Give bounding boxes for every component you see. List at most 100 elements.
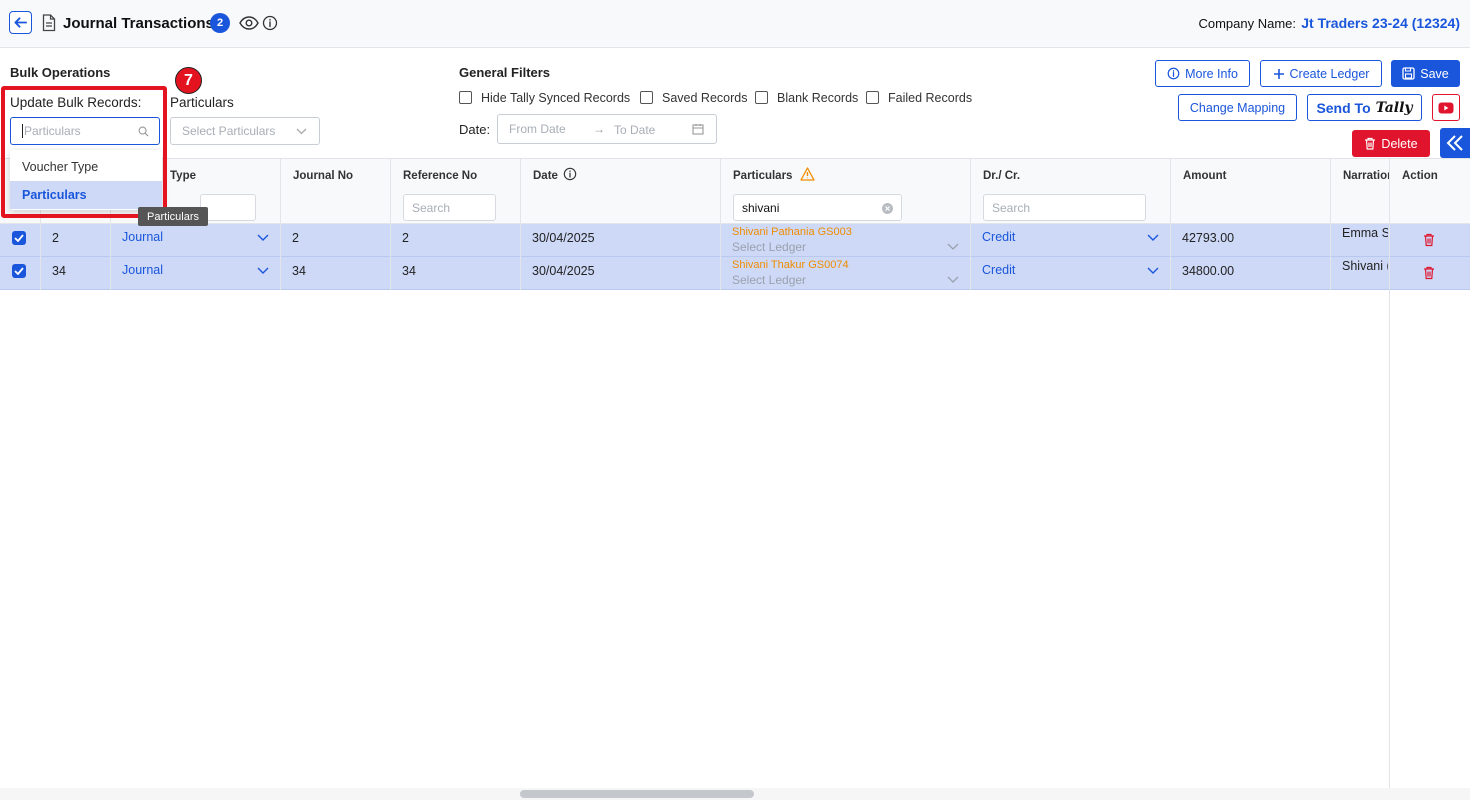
highlight-frame [1,86,167,218]
col-dr-cr: Dr./ Cr. [983,170,1021,182]
create-ledger-button[interactable]: Create Ledger [1260,60,1382,87]
failed-records-checkbox[interactable] [866,91,879,104]
create-ledger-label: Create Ledger [1289,66,1370,81]
voucher-type-search-input[interactable] [200,194,256,221]
saved-records-label: Saved Records [662,91,748,105]
company-name[interactable]: Jt Traders 23-24 (12324) [1301,15,1460,31]
info-icon[interactable] [262,15,278,31]
chevron-down-icon[interactable] [257,234,269,241]
scrollbar-thumb[interactable] [520,790,754,798]
table-header: Type Journal No Reference No Search Date… [0,158,1470,224]
change-mapping-label: Change Mapping [1189,100,1286,115]
youtube-button[interactable] [1432,94,1460,121]
dr-cr-search-input[interactable]: Search [983,194,1146,221]
row-checkbox[interactable] [12,231,26,245]
page-title: Journal Transactions [63,15,214,32]
particulars-select[interactable]: Select Particulars [170,117,320,145]
row-reference-no: 34 [402,264,416,278]
plus-icon [1273,68,1284,79]
back-button[interactable] [9,11,32,34]
row-checkbox[interactable] [12,264,26,278]
row-date: 30/04/2025 [532,231,595,245]
column-divider [280,158,281,290]
col-reference-no: Reference No [403,170,478,182]
table-row[interactable]: 34 Journal 34 34 30/04/2025 Shivani Thak… [0,257,1470,290]
date-range-picker[interactable]: From Date → To Date [497,114,717,144]
date-label: Date: [459,122,491,137]
chevron-down-icon[interactable] [1147,234,1159,241]
particulars-label: Particulars [170,95,234,110]
company-label: Company Name: [1198,16,1296,31]
calendar-icon [692,124,704,135]
eye-icon[interactable] [239,16,259,30]
arrow-right-icon: → [593,122,605,136]
row-ledger-select[interactable]: Select Ledger [732,273,806,287]
row-sn: 34 [52,264,66,278]
column-divider [390,158,391,290]
tooltip: Particulars [138,207,208,226]
chevron-down-icon[interactable] [257,267,269,274]
particulars-search-value: shivani [742,200,780,215]
delete-button[interactable]: Delete [1352,130,1430,157]
from-date-placeholder[interactable]: From Date [509,122,566,136]
youtube-icon [1438,102,1454,113]
row-voucher-type[interactable]: Journal [122,263,163,277]
column-divider [720,158,721,290]
save-icon [1402,67,1415,80]
row-journal-no: 34 [292,264,306,278]
trash-icon[interactable] [1423,266,1435,280]
send-to-label: Send To [1316,99,1371,116]
save-button[interactable]: Save [1391,60,1460,87]
col-journal-no: Journal No [293,170,354,182]
failed-records-label: Failed Records [888,91,973,105]
row-narration: Emma S [1342,226,1388,240]
delete-label: Delete [1381,136,1418,151]
bulk-operations-title: Bulk Operations [10,65,111,80]
info-icon[interactable] [563,167,577,181]
check-icon [14,234,24,242]
chevron-down-icon[interactable] [947,276,959,283]
more-info-label: More Info [1185,66,1238,81]
count-badge: 2 [210,13,230,33]
trash-icon[interactable] [1423,233,1435,247]
more-info-button[interactable]: More Info [1155,60,1250,87]
col-date: Date [533,170,558,182]
table-row[interactable]: 2 Journal 2 2 30/04/2025 Shivani Pathani… [0,224,1470,257]
row-dr-cr[interactable]: Credit [982,230,1015,244]
chevron-down-icon [296,128,307,135]
row-amount: 34800.00 [1182,264,1235,278]
blank-records-checkbox[interactable] [755,91,768,104]
row-dr-cr[interactable]: Credit [982,263,1015,277]
tally-logo: Tally [1375,99,1413,116]
arrow-left-icon [14,17,27,28]
warning-icon[interactable] [800,167,815,181]
col-narration: Narration [1343,170,1389,182]
blank-records-label: Blank Records [777,91,859,105]
change-mapping-button[interactable]: Change Mapping [1178,94,1297,121]
particulars-search-input[interactable]: shivani [733,194,902,221]
hide-tally-synced-label: Hide Tally Synced Records [481,91,631,105]
clear-icon[interactable] [882,203,893,214]
saved-records-checkbox[interactable] [640,91,653,104]
reference-no-search-input[interactable]: Search [403,194,496,221]
col-amount: Amount [1183,170,1227,182]
hide-tally-synced-checkbox[interactable] [459,91,472,104]
send-to-tally-button[interactable]: Send To Tally [1307,94,1422,121]
column-divider [1330,158,1331,290]
column-divider [520,158,521,290]
column-divider [1389,158,1390,800]
to-date-placeholder[interactable]: To Date [614,123,655,137]
chevron-down-icon[interactable] [947,243,959,250]
particulars-select-placeholder: Select Particulars [182,124,276,138]
row-particular-name: Shivani Thakur GS0074 [732,259,849,271]
collapse-panel-button[interactable] [1440,128,1470,158]
chevron-down-icon[interactable] [1147,267,1159,274]
row-ledger-select[interactable]: Select Ledger [732,240,806,254]
row-voucher-type[interactable]: Journal [122,230,163,244]
document-icon [42,14,56,32]
row-reference-no: 2 [402,231,409,245]
row-journal-no: 2 [292,231,299,245]
search-placeholder: Search [412,200,451,215]
col-action: Action [1402,170,1438,182]
double-chevron-left-icon [1446,135,1463,151]
